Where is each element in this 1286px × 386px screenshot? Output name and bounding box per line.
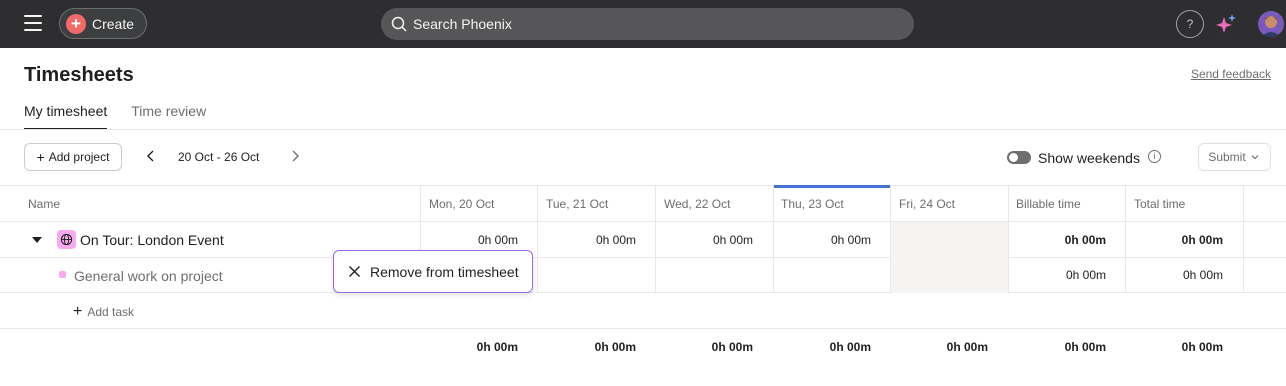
row-divider bbox=[0, 328, 1286, 329]
task-total-hours: 0h 00m bbox=[1182, 268, 1223, 282]
sparkle-icon[interactable] bbox=[1214, 12, 1238, 36]
page-title: Timesheets bbox=[24, 64, 134, 86]
globe-icon bbox=[57, 230, 76, 249]
create-button[interactable]: + Create bbox=[59, 8, 147, 39]
column-header-total: Total time bbox=[1134, 197, 1186, 211]
project-thu-hours[interactable]: 0h 00m bbox=[781, 233, 871, 247]
search-placeholder: Search Phoenix bbox=[413, 16, 512, 32]
column-header-name: Name bbox=[28, 197, 61, 211]
row-divider bbox=[0, 221, 1286, 222]
column-divider bbox=[1125, 185, 1126, 293]
project-name[interactable]: On Tour: London Event bbox=[80, 232, 224, 248]
submit-button[interactable]: Submit bbox=[1198, 143, 1271, 171]
date-range: 20 Oct - 26 Oct bbox=[178, 150, 260, 164]
task-color-dot bbox=[59, 271, 66, 278]
chevron-down-icon bbox=[1251, 155, 1259, 160]
project-tue-hours[interactable]: 0h 00m bbox=[546, 233, 636, 247]
add-project-label: Add project bbox=[48, 150, 110, 164]
menu-icon[interactable] bbox=[24, 15, 42, 31]
total-wed: 0h 00m bbox=[711, 340, 753, 354]
collapse-caret-icon[interactable] bbox=[32, 237, 42, 243]
column-divider bbox=[655, 185, 656, 293]
add-task-button[interactable]: + Add task bbox=[73, 303, 134, 321]
submit-label: Submit bbox=[1208, 150, 1246, 164]
column-header-wed: Wed, 22 Oct bbox=[664, 197, 731, 211]
task-billable-hours: 0h 00m bbox=[1065, 268, 1106, 282]
avatar[interactable] bbox=[1258, 11, 1284, 37]
column-divider bbox=[773, 185, 774, 293]
plus-icon: + bbox=[66, 13, 86, 34]
row-divider bbox=[0, 185, 1286, 186]
divider bbox=[0, 129, 1286, 130]
column-header-fri: Fri, 24 Oct bbox=[899, 197, 956, 211]
total-mon: 0h 00m bbox=[476, 340, 518, 354]
column-divider bbox=[1243, 185, 1244, 293]
show-weekends-label: Show weekends bbox=[1038, 150, 1140, 166]
total-tue: 0h 00m bbox=[594, 340, 636, 354]
total-billable: 0h 00m bbox=[1064, 340, 1106, 354]
show-weekends-toggle[interactable] bbox=[1007, 151, 1031, 164]
column-header-tue: Tue, 21 Oct bbox=[546, 197, 609, 211]
info-icon[interactable]: i bbox=[1148, 150, 1161, 163]
tab-time-review[interactable]: Time review bbox=[131, 103, 206, 130]
project-billable-hours: 0h 00m bbox=[1064, 233, 1106, 247]
project-mon-hours[interactable]: 0h 00m bbox=[428, 233, 518, 247]
plus-icon: + bbox=[73, 303, 83, 320]
top-bar: + Create Search Phoenix ? bbox=[0, 0, 1286, 48]
send-feedback-link[interactable]: Send feedback bbox=[1191, 67, 1271, 81]
total-total: 0h 00m bbox=[1181, 340, 1223, 354]
remove-from-timesheet-menu-item[interactable]: Remove from timesheet bbox=[333, 250, 533, 293]
column-header-thu: Thu, 23 Oct bbox=[781, 197, 844, 211]
close-icon bbox=[349, 266, 360, 277]
friday-column-shade bbox=[891, 222, 1008, 293]
column-header-billable: Billable time bbox=[1016, 197, 1081, 211]
tab-my-timesheet[interactable]: My timesheet bbox=[24, 103, 108, 130]
help-button[interactable]: ? bbox=[1176, 10, 1204, 38]
chevron-left-icon[interactable] bbox=[143, 148, 159, 164]
task-name[interactable]: General work on project bbox=[74, 268, 223, 284]
today-indicator bbox=[773, 185, 891, 188]
create-label: Create bbox=[92, 15, 135, 32]
search-input[interactable]: Search Phoenix bbox=[381, 8, 914, 40]
column-divider bbox=[1008, 185, 1009, 293]
row-divider bbox=[0, 257, 1286, 258]
plus-icon: + bbox=[36, 149, 45, 165]
column-divider bbox=[890, 185, 891, 293]
add-task-label: Add task bbox=[87, 305, 135, 319]
add-project-button[interactable]: + Add project bbox=[24, 143, 122, 171]
total-thu: 0h 00m bbox=[829, 340, 871, 354]
column-divider bbox=[537, 185, 538, 293]
chevron-right-icon[interactable] bbox=[287, 148, 303, 164]
row-divider bbox=[0, 292, 1286, 293]
total-fri: 0h 00m bbox=[946, 340, 988, 354]
project-total-hours: 0h 00m bbox=[1181, 233, 1223, 247]
project-wed-hours[interactable]: 0h 00m bbox=[663, 233, 753, 247]
search-icon bbox=[391, 16, 407, 32]
column-header-mon: Mon, 20 Oct bbox=[429, 197, 495, 211]
tab-bar: My timesheet Time review bbox=[24, 103, 230, 130]
remove-from-timesheet-label: Remove from timesheet bbox=[370, 263, 519, 280]
